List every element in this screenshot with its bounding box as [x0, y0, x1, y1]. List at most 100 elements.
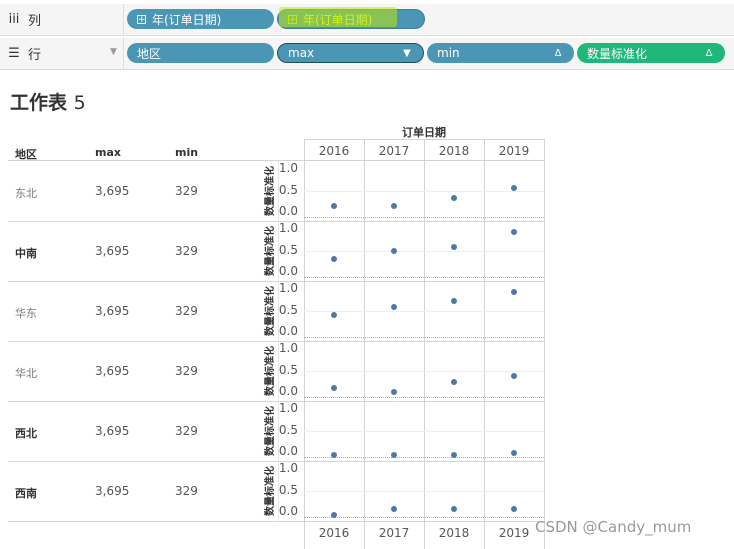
data-mark[interactable] [331, 512, 337, 518]
watermark: CSDN @Candy_mum [535, 518, 692, 536]
column-pill-year-order-date[interactable]: + 年(订单日期) [127, 9, 274, 29]
data-mark[interactable] [511, 184, 517, 191]
data-mark[interactable] [511, 229, 517, 235]
row-pill-quantity-normalized[interactable]: 数量标准化 Δ [577, 43, 725, 63]
expand-plus-icon[interactable]: + [137, 14, 146, 24]
row-region-label[interactable]: 华东 [15, 305, 37, 321]
axis-tick-label: 0.5 [278, 482, 298, 497]
row-min-value: 329 [175, 364, 198, 378]
header-max: max [95, 146, 121, 159]
data-mark[interactable] [451, 505, 457, 512]
columns-icon: iii [8, 12, 20, 27]
gridline [304, 430, 544, 432]
row-pill-region[interactable]: 地区 [127, 43, 274, 63]
rows-icon: ☰ [8, 46, 20, 61]
row-max-value: 3,695 [95, 364, 130, 378]
zero-line [304, 217, 544, 218]
text-highlight-mark [279, 7, 397, 27]
year-header-bottom: 2017 [378, 526, 410, 540]
year-header-top[interactable]: 2019 [484, 144, 544, 158]
data-mark[interactable] [331, 385, 337, 392]
year-header-top[interactable]: 2017 [364, 144, 424, 158]
zero-line [304, 277, 544, 278]
row-max-value: 3,695 [95, 484, 130, 498]
data-mark[interactable] [511, 373, 517, 380]
data-mark[interactable] [511, 289, 517, 295]
data-mark[interactable] [451, 194, 457, 201]
data-mark[interactable] [391, 248, 397, 255]
data-mark[interactable] [391, 452, 397, 458]
axis-tick-label: 1.0 [278, 401, 298, 415]
data-mark[interactable] [331, 256, 337, 263]
axis-tick-label: 0.0 [278, 384, 298, 398]
row-min-value: 329 [175, 484, 198, 498]
axis-tick-label: 1.0 [278, 161, 298, 175]
gridline [304, 190, 544, 192]
header-min: min [175, 146, 199, 159]
data-mark[interactable] [511, 449, 517, 456]
axis-tick-label: 0.5 [278, 302, 298, 317]
row-region-label[interactable]: 西北 [15, 425, 37, 441]
row-min-value: 329 [175, 184, 198, 198]
column-line [484, 139, 485, 549]
table-calc-delta-icon: Δ [705, 47, 713, 59]
row-pill-max[interactable]: max ▼ [277, 43, 424, 63]
axis-tick-label: 1.0 [278, 221, 298, 235]
zero-line [304, 457, 544, 458]
data-mark[interactable] [391, 505, 397, 512]
shelf-divider [123, 38, 124, 69]
row-max-value: 3,695 [95, 244, 130, 258]
axis-tick-label: 0.0 [278, 504, 298, 518]
row-region-label[interactable]: 东北 [15, 185, 37, 201]
axis-tick-label: 0.5 [278, 422, 298, 437]
data-mark[interactable] [451, 452, 457, 458]
data-mark[interactable] [511, 505, 517, 512]
zero-line [304, 517, 544, 518]
row-region-label[interactable]: 华北 [15, 365, 37, 381]
columns-shelf-label: iii 列 [0, 4, 120, 35]
column-line [304, 139, 305, 549]
row-max-value: 3,695 [95, 424, 130, 438]
axis-tick-label: 0.0 [278, 204, 298, 218]
row-max-value: 3,695 [95, 304, 130, 318]
shelf-divider [123, 4, 124, 35]
row-region-label[interactable]: 西南 [15, 485, 37, 501]
data-mark[interactable] [451, 297, 457, 304]
year-header-top[interactable]: 2016 [304, 144, 364, 158]
dropdown-arrow-icon[interactable]: ▼ [399, 48, 415, 59]
column-line [364, 139, 365, 549]
data-mark[interactable] [451, 379, 457, 386]
gridline [304, 490, 544, 492]
year-header-bottom: 2018 [438, 526, 470, 540]
axis-tick-label: 0.0 [278, 444, 298, 458]
row-max-value: 3,695 [95, 184, 130, 198]
data-mark[interactable] [331, 312, 337, 319]
row-region-label[interactable]: 中南 [15, 245, 37, 261]
sheet-title: 工作表 5 [10, 92, 86, 114]
gridline [304, 310, 544, 312]
axis-tick-label: 1.0 [278, 341, 298, 355]
axis-tick-label: 1.0 [278, 281, 298, 295]
data-mark[interactable] [391, 388, 397, 395]
year-header-bottom: 2016 [318, 526, 350, 540]
axis-tick-label: 0.5 [278, 362, 298, 377]
zero-line [304, 337, 544, 338]
row-min-value: 329 [175, 304, 198, 318]
column-header-title: 订单日期 [402, 126, 446, 139]
row-min-value: 329 [175, 424, 198, 438]
columns-shelf: iii 列 + 年(订单日期) + 年(订单日期) [0, 4, 734, 36]
data-mark[interactable] [391, 202, 397, 209]
axis-tick-label: 0.0 [278, 264, 298, 278]
rows-shelf-label: ☰ 行 [0, 38, 120, 69]
year-header-top[interactable]: 2018 [424, 144, 484, 158]
zero-line [304, 397, 544, 398]
rows-shelf: ☰ 行 ▼ 地区 max ▼ min Δ 数量标准化 Δ [0, 38, 734, 70]
axis-tick-label: 0.5 [278, 242, 298, 257]
shelf-dropdown-icon[interactable]: ▼ [110, 47, 117, 57]
gridline [304, 370, 544, 372]
data-mark[interactable] [331, 203, 337, 210]
row-min-value: 329 [175, 244, 198, 258]
data-mark[interactable] [331, 452, 337, 458]
column-line [424, 139, 425, 549]
row-pill-min[interactable]: min Δ [427, 43, 574, 63]
